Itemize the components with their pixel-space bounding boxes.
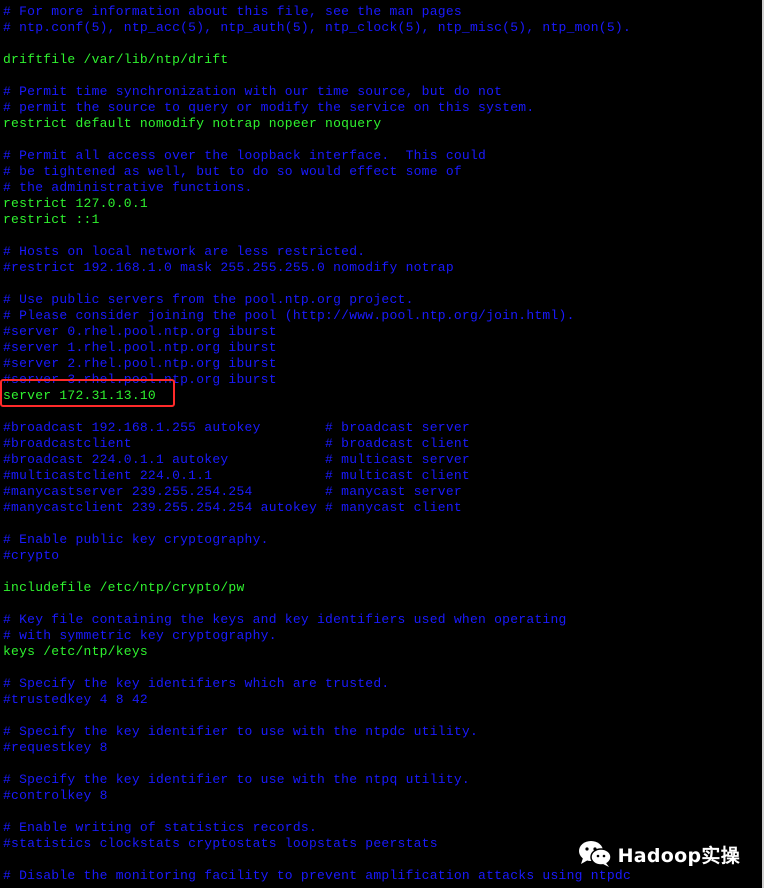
directive-line: includefile /etc/ntp/crypto/pw — [3, 580, 245, 595]
blank-line — [3, 564, 631, 580]
comment-line: # Specify the key identifier to use with… — [3, 724, 479, 739]
comment-line: # permit the source to query or modify t… — [3, 100, 535, 115]
comment-line: # Specify the key identifier to use with… — [3, 772, 470, 787]
comment-line: # Please consider joining the pool (http… — [3, 308, 575, 323]
blank-line — [3, 708, 631, 724]
comment-line: # the administrative functions. — [3, 180, 253, 195]
blank-line — [3, 276, 631, 292]
blank-line — [3, 132, 631, 148]
comment-line: # Disable the monitoring facility to pre… — [3, 868, 631, 883]
comment-line: #manycastserver 239.255.254.254 # manyca… — [3, 484, 462, 499]
blank-line — [3, 68, 631, 84]
comment-line: # Enable public key cryptography. — [3, 532, 269, 547]
blank-line — [3, 852, 631, 868]
blank-line — [3, 516, 631, 532]
highlight-box — [0, 379, 175, 407]
comment-line: #broadcast 192.168.1.255 autokey # broad… — [3, 420, 470, 435]
comment-line: # Hosts on local network are less restri… — [3, 244, 366, 259]
comment-line: #restrict 192.168.1.0 mask 255.255.255.0… — [3, 260, 454, 275]
comment-line: #crypto — [3, 548, 60, 563]
directive-line: restrict default nomodify notrap nopeer … — [3, 116, 382, 131]
comment-line: #statistics clockstats cryptostats loops… — [3, 836, 438, 851]
comment-line: # Permit all access over the loopback in… — [3, 148, 487, 163]
blank-line — [3, 660, 631, 676]
wechat-icon — [578, 840, 612, 868]
comment-line: # be tightened as well, but to do so wou… — [3, 164, 462, 179]
terminal-window[interactable]: # For more information about this file, … — [0, 0, 764, 888]
blank-line — [3, 228, 631, 244]
blank-line — [3, 36, 631, 52]
comment-line: #server 0.rhel.pool.ntp.org iburst — [3, 324, 277, 339]
comment-line: # ntp.conf(5), ntp_acc(5), ntp_auth(5), … — [3, 20, 631, 35]
comment-line: #trustedkey 4 8 42 — [3, 692, 148, 707]
comment-line: # Specify the key identifiers which are … — [3, 676, 390, 691]
comment-line: #server 1.rhel.pool.ntp.org iburst — [3, 340, 277, 355]
comment-line: #broadcast 224.0.1.1 autokey # multicast… — [3, 452, 470, 467]
watermark-text: Hadoop实操 — [617, 844, 740, 867]
comment-line: # Key file containing the keys and key i… — [3, 612, 567, 627]
comment-line: # Enable writing of statistics records. — [3, 820, 317, 835]
blank-line — [3, 804, 631, 820]
comment-line: # Use public servers from the pool.ntp.o… — [3, 292, 414, 307]
blank-line — [3, 596, 631, 612]
directive-line: restrict 127.0.0.1 — [3, 196, 148, 211]
comment-line: #requestkey 8 — [3, 740, 108, 755]
comment-line: #controlkey 8 — [3, 788, 108, 803]
comment-line: #broadcastclient # broadcast client — [3, 436, 470, 451]
comment-line: #multicastclient 224.0.1.1 # multicast c… — [3, 468, 470, 483]
comment-line: #manycastclient 239.255.254.254 autokey … — [3, 500, 462, 515]
watermark: Hadoop实操 — [578, 840, 740, 868]
comment-line: #server 2.rhel.pool.ntp.org iburst — [3, 356, 277, 371]
blank-line — [3, 756, 631, 772]
config-file-lines: # For more information about this file, … — [3, 4, 631, 884]
directive-line: driftfile /var/lib/ntp/drift — [3, 52, 229, 67]
directive-line: keys /etc/ntp/keys — [3, 644, 148, 659]
comment-line: # with symmetric key cryptography. — [3, 628, 277, 643]
directive-line: restrict ::1 — [3, 212, 100, 227]
comment-line: # Permit time synchronization with our t… — [3, 84, 503, 99]
comment-line: # For more information about this file, … — [3, 4, 462, 19]
